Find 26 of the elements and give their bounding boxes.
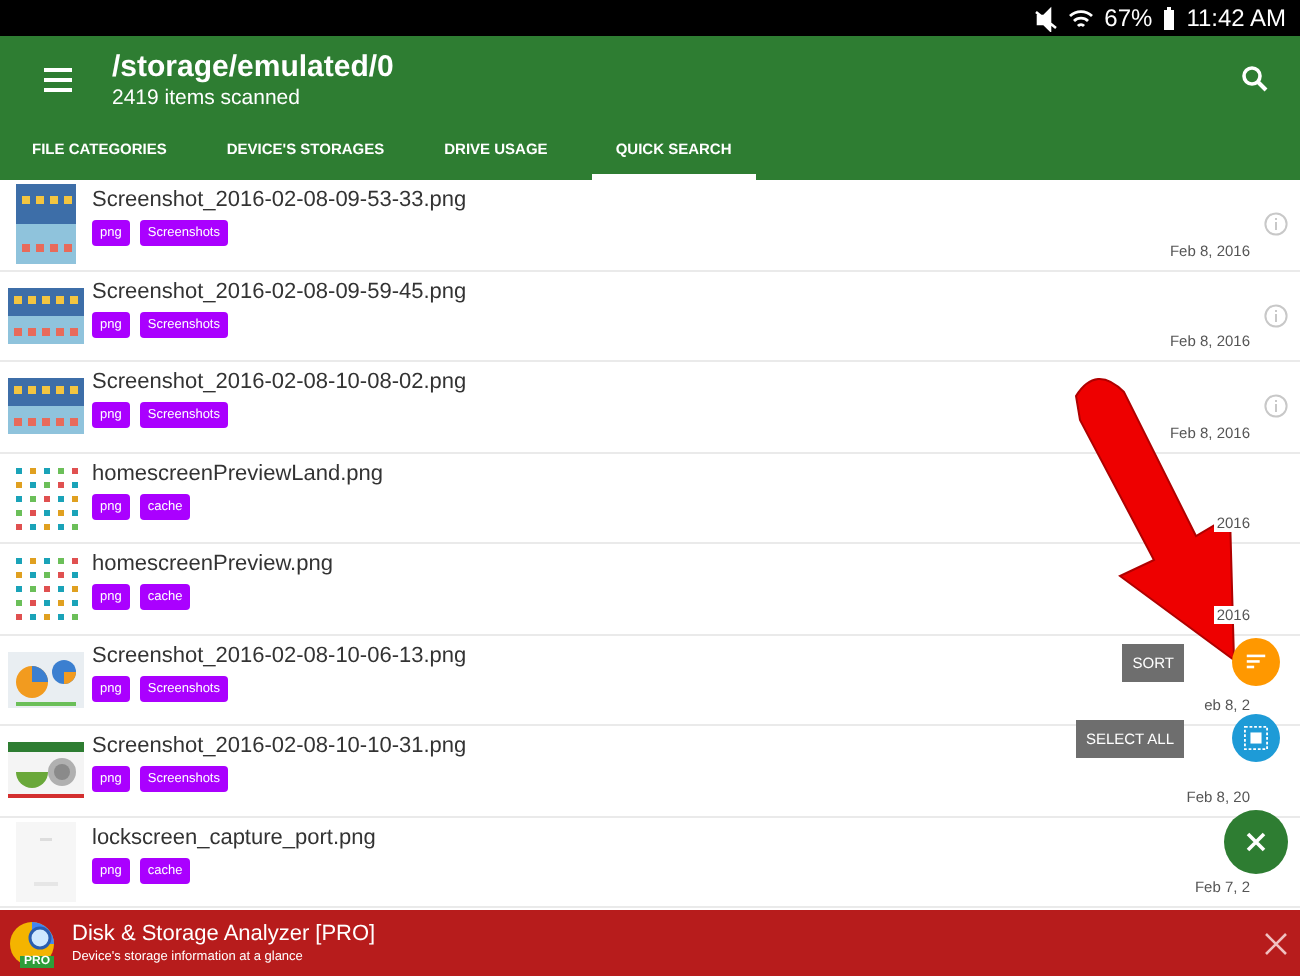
file-name: homescreenPreviewLand.png	[92, 461, 384, 485]
items-count: 2419 items scanned	[112, 85, 302, 109]
file-name: Screenshot_2016-02-08-09-53-33.png	[92, 188, 467, 212]
info-icon[interactable]	[1264, 394, 1288, 419]
close-icon[interactable]	[1264, 931, 1288, 955]
file-name: Screenshot_2016-02-08-10-08-02.png	[92, 370, 467, 394]
mute-icon	[1032, 5, 1059, 31]
file-name: homescreenPreview.png	[92, 552, 333, 576]
clock: 11:42 AM	[1186, 4, 1286, 32]
battery-icon	[1162, 6, 1177, 30]
file-name: Screenshot_2016-02-08-09-59-45.png	[92, 279, 467, 303]
wifi-icon	[1068, 5, 1095, 31]
path-title: /storage/emulated/0	[112, 49, 396, 83]
info-icon[interactable]	[1264, 212, 1288, 237]
ad-title: Disk & Storage Analyzer [PRO]	[72, 922, 378, 946]
sort-button[interactable]	[1232, 638, 1280, 686]
logo-icon	[8, 919, 56, 967]
search-icon[interactable]	[1242, 66, 1268, 92]
info-icon[interactable]	[1264, 303, 1288, 328]
select-all-button[interactable]	[1232, 714, 1280, 762]
menu-icon[interactable]	[44, 65, 72, 93]
close-button[interactable]	[1224, 810, 1288, 874]
file-name: lockscreen_capture_port.png	[92, 825, 376, 849]
battery-percent: 67%	[1104, 4, 1153, 32]
file-name: Screenshot_2016-02-08-10-10-31.png	[92, 734, 467, 758]
file-name: Screenshot_2016-02-08-10-06-13.png	[92, 643, 467, 667]
